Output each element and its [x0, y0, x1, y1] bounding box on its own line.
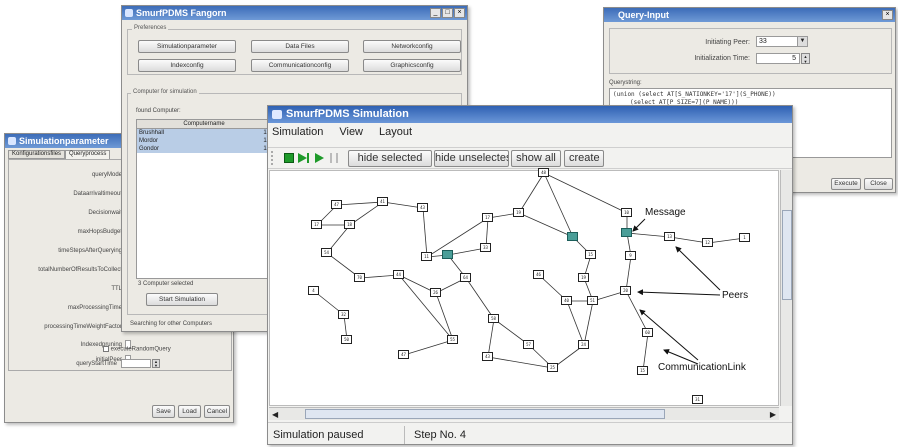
- querystarttime-spinner[interactable]: ▲ ▼: [152, 359, 160, 368]
- vertical-scroll-thumb[interactable]: [782, 210, 792, 300]
- label-querymode: queryMode: [91, 172, 122, 178]
- simulationparameter-button[interactable]: Simulationparameter: [138, 40, 236, 53]
- step-forward-icon[interactable]: [298, 153, 307, 163]
- tab-konfigurationsfiles[interactable]: Konfigurationsfiles: [8, 150, 66, 159]
- execute-random-query-checkbox[interactable]: executeRandomQuery: [103, 346, 171, 353]
- simulation-titlebar[interactable]: SmurfPDMS Simulation: [268, 106, 792, 123]
- preferences-title: Preferences: [132, 25, 169, 31]
- pause-icon[interactable]: [330, 153, 338, 163]
- simulation-toolbar: hide selected hide unselectes show all c…: [268, 147, 792, 169]
- cancel-button[interactable]: Cancel: [204, 405, 230, 418]
- found-computer-label: found Computer:: [136, 108, 181, 114]
- initiating-peer-label: Initiating Peer:: [705, 39, 750, 46]
- save-button[interactable]: Save: [152, 405, 175, 418]
- app-logo-icon: [8, 137, 16, 145]
- query-line-1: (union (select AT[S_NATIONKEY='17'](S_PH…: [613, 91, 776, 98]
- vertical-scrollbar[interactable]: [780, 170, 792, 406]
- label-dataarrivaltimeout: Dataarrivaltimeout: [73, 191, 122, 197]
- message-annotation: Message: [645, 207, 686, 218]
- scroll-right-icon[interactable]: ▶: [770, 410, 776, 419]
- data-files-button[interactable]: Data Files: [251, 40, 349, 53]
- input-querystarttime[interactable]: [121, 359, 151, 368]
- fangorn-titlebar[interactable]: SmurfPDMS Fangorn _ □ ×: [122, 6, 467, 20]
- label-timestepsafterquerying: timeStepsAfterQuerying: [58, 248, 122, 254]
- menu-simulation[interactable]: Simulation: [272, 123, 323, 141]
- peers-annotation: Peers: [722, 290, 749, 301]
- indexconfig-button[interactable]: Indexconfig: [138, 59, 236, 72]
- simulation-menubar: Simulation View Layout: [268, 123, 792, 141]
- computer-name: Gondor: [139, 146, 160, 152]
- graphicsconfig-button[interactable]: Graphicsconfig: [363, 59, 461, 72]
- toolbar-grip-icon: [271, 151, 275, 165]
- show-all-button[interactable]: show all: [511, 150, 561, 167]
- computer-row[interactable]: Mordor 12: [137, 137, 271, 145]
- load-button[interactable]: Load: [178, 405, 201, 418]
- simulation-status: Simulation paused: [273, 429, 364, 441]
- label-totalnumberofresults: totalNumberOfResultsToCollect: [38, 267, 122, 273]
- create-button[interactable]: create s: [564, 150, 604, 167]
- init-time-label: Initialization Time:: [694, 55, 750, 62]
- simulationparameter-title: Simulationparameter: [19, 136, 109, 146]
- simulation-title: SmurfPDMS Simulation: [286, 108, 409, 120]
- communication-link-annotation: CommunicationLink: [658, 362, 746, 373]
- computer-name: Mordor: [139, 138, 159, 144]
- execute-random-query-label: executeRandomQuery: [110, 346, 171, 353]
- computers-title: Computer for simulation: [131, 89, 199, 95]
- fangorn-window-controls: _ □ ×: [430, 8, 465, 18]
- close-icon[interactable]: ×: [882, 10, 893, 20]
- init-time-spinner[interactable]: ▲ ▼: [801, 53, 810, 64]
- horizontal-scroll-thumb[interactable]: [305, 409, 665, 419]
- hide-selected-button[interactable]: hide selected: [348, 150, 432, 167]
- tab-queryprocess[interactable]: Queryprocess: [65, 150, 111, 159]
- initiating-peer-select[interactable]: 33 ▼: [756, 36, 808, 47]
- label-processingtimeweightfactor: processingTimeWeightFactor: [44, 324, 122, 330]
- simulation-window: SmurfPDMS Simulation Simulation View Lay…: [267, 105, 793, 445]
- minimize-icon[interactable]: _: [430, 8, 441, 18]
- query-input-title: Query-Input: [618, 10, 669, 20]
- networkconfig-button[interactable]: Networkconfig: [363, 40, 461, 53]
- app-logo-icon: [272, 110, 282, 119]
- close-button[interactable]: Close: [864, 178, 893, 190]
- computers-selected-status: 3 Computer selected: [138, 281, 194, 287]
- status-divider: [404, 426, 405, 444]
- computer-table: Computername Brushhall 12 Mordor 12 Gond…: [136, 119, 272, 279]
- close-icon[interactable]: ×: [454, 8, 465, 18]
- start-simulation-button[interactable]: Start Simulation: [146, 293, 218, 306]
- execute-button[interactable]: Execute: [831, 178, 861, 190]
- step-counter: Step No. 4: [414, 429, 466, 441]
- query-window-controls: ×: [882, 10, 893, 20]
- communicationconfig-button[interactable]: Communicationconfig: [251, 59, 349, 72]
- param-tabs: Konfigurationsfiles Queryprocess: [8, 150, 111, 159]
- label-querystarttime: queryStartTime: [76, 361, 117, 367]
- app-logo-icon: [125, 9, 133, 17]
- computername-header[interactable]: Computername: [137, 120, 271, 129]
- menu-view[interactable]: View: [339, 123, 363, 141]
- computername-header-label: Computername: [183, 121, 225, 127]
- fangorn-title: SmurfPDMS Fangorn: [136, 8, 227, 18]
- hide-unselected-button[interactable]: hide unselectes: [434, 150, 509, 167]
- computer-row[interactable]: Gondor 12: [137, 145, 271, 153]
- checkbox-box-icon: [103, 346, 109, 352]
- maximize-icon[interactable]: □: [442, 8, 453, 18]
- label-maxhopsbudget: maxHopsBudget: [77, 229, 122, 235]
- computer-row[interactable]: Brushhall 12: [137, 129, 271, 137]
- menu-layout[interactable]: Layout: [379, 123, 412, 141]
- scroll-left-icon[interactable]: ◀: [272, 410, 278, 419]
- label-decisionwait: Decisionwait: [88, 210, 122, 216]
- step-bar-icon: [307, 153, 309, 163]
- initiating-peer-value: 33: [759, 38, 767, 45]
- stop-icon[interactable]: [284, 153, 294, 163]
- searching-status: Searching for other Computers: [130, 321, 213, 327]
- horizontal-scrollbar[interactable]: ◀ ▶: [269, 407, 779, 420]
- play-icon[interactable]: [315, 153, 324, 163]
- init-time-value: 5: [792, 55, 796, 62]
- query-settings-group: [609, 28, 892, 74]
- querystring-label: Querystring:: [609, 80, 642, 86]
- init-time-input[interactable]: 5: [756, 53, 800, 64]
- status-bar: Simulation paused Step No. 4: [268, 422, 792, 444]
- label-maxprocessingtime: maxProcessingTime: [67, 305, 122, 311]
- chevron-down-icon[interactable]: ▼: [797, 37, 807, 46]
- computer-name: Brushhall: [139, 130, 165, 136]
- query-input-titlebar[interactable]: Query-Input ×: [604, 8, 895, 22]
